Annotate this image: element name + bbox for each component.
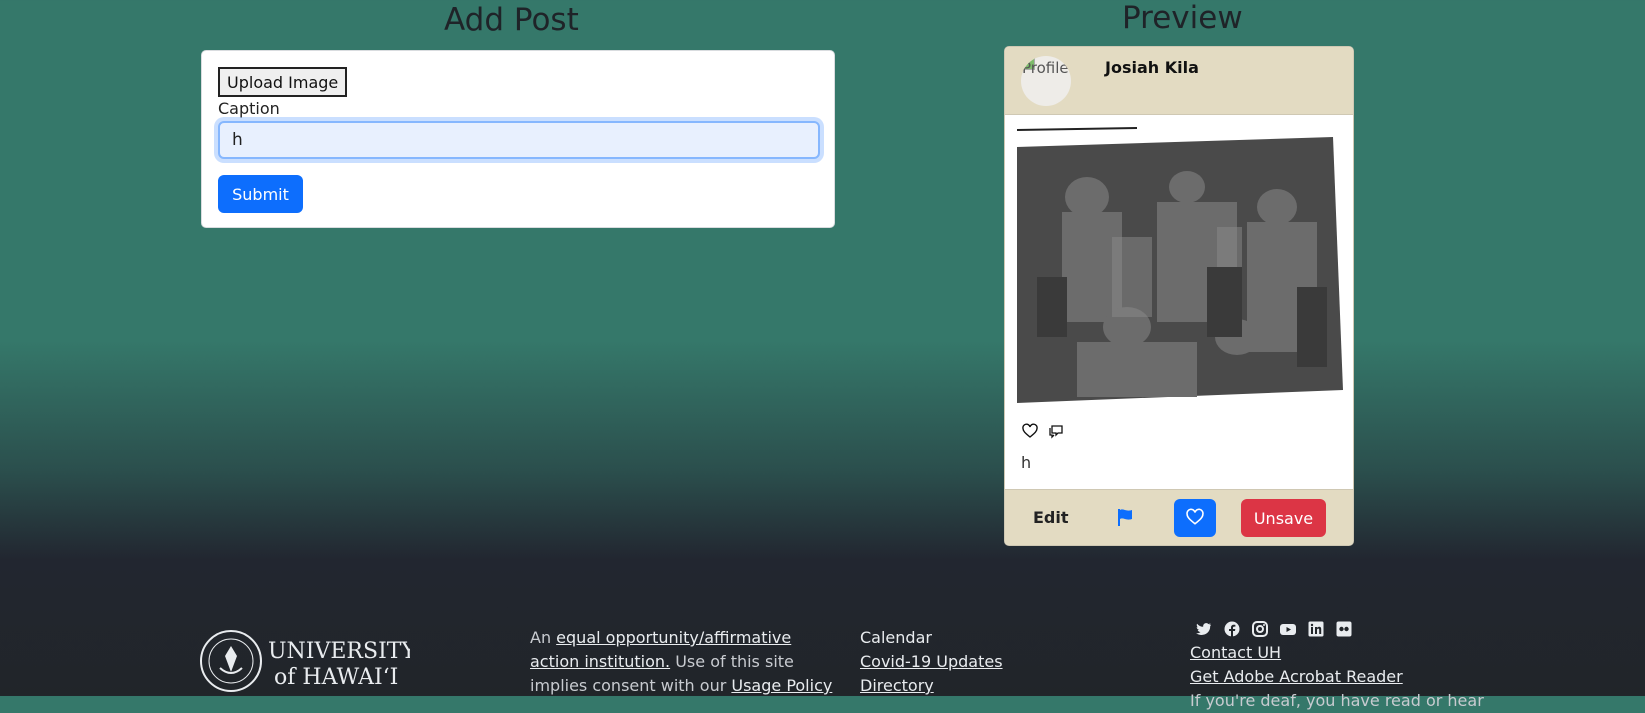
- avatar-alt-text: Profile: [1022, 59, 1069, 77]
- youtube-icon[interactable]: [1280, 621, 1296, 637]
- accessibility-text: If you're deaf, you have read or hear: [1190, 691, 1484, 710]
- preview-title: Preview: [1122, 0, 1243, 36]
- usage-policy-link[interactable]: Usage Policy: [731, 676, 832, 695]
- flickr-icon[interactable]: [1336, 621, 1352, 637]
- footer-policy-text: An equal opportunity/affirmative action …: [530, 626, 840, 698]
- twitter-icon[interactable]: [1196, 621, 1212, 637]
- heart-icon[interactable]: [1022, 423, 1038, 439]
- post-footer: Edit Unsave: [1005, 489, 1353, 545]
- post-caption: h: [1021, 453, 1032, 472]
- submit-button[interactable]: Submit: [218, 175, 303, 213]
- instagram-icon[interactable]: [1252, 621, 1268, 637]
- adobe-reader-link[interactable]: Get Adobe Acrobat Reader: [1190, 665, 1484, 689]
- avatar: Profile: [1021, 56, 1071, 106]
- footer-text-prefix: An: [530, 628, 557, 647]
- post-username[interactable]: Josiah Kila: [1105, 58, 1199, 77]
- footer-links: Calendar Covid-19 Updates Directory: [860, 626, 1003, 698]
- contact-uh-link[interactable]: Contact UH: [1190, 641, 1484, 665]
- caption-label: Caption: [218, 99, 280, 118]
- upload-image-button[interactable]: Upload Image: [218, 67, 348, 97]
- linkedin-icon[interactable]: [1308, 621, 1324, 637]
- post-preview-card: Profile Josiah Kila h Edit Unsave: [1004, 46, 1354, 546]
- facebook-icon[interactable]: [1224, 621, 1240, 637]
- covid-updates-link[interactable]: Covid-19 Updates: [860, 650, 1003, 674]
- directory-link[interactable]: Directory: [860, 674, 1003, 698]
- caption-input[interactable]: [218, 121, 820, 159]
- logo-text-line2: of HAWAIʻI: [274, 665, 398, 690]
- calendar-link[interactable]: Calendar: [860, 626, 1003, 650]
- like-button[interactable]: [1174, 499, 1216, 537]
- logo-text-line1: UNIVERSITY: [268, 639, 410, 664]
- post-image: [1017, 127, 1343, 423]
- edit-link[interactable]: Edit: [1033, 508, 1069, 527]
- add-post-form: Upload Image Caption Submit: [201, 50, 835, 228]
- post-header: Profile Josiah Kila: [1005, 47, 1353, 115]
- flag-icon[interactable]: [1115, 507, 1135, 527]
- add-post-title: Add Post: [444, 2, 579, 38]
- footer-right-links: Contact UH Get Adobe Acrobat Reader If y…: [1190, 641, 1484, 713]
- unsave-button[interactable]: Unsave: [1241, 499, 1326, 537]
- university-of-hawaii-logo[interactable]: UNIVERSITY of HAWAIʻI: [200, 628, 410, 696]
- comments-icon[interactable]: [1048, 423, 1064, 439]
- heart-icon: [1186, 508, 1204, 525]
